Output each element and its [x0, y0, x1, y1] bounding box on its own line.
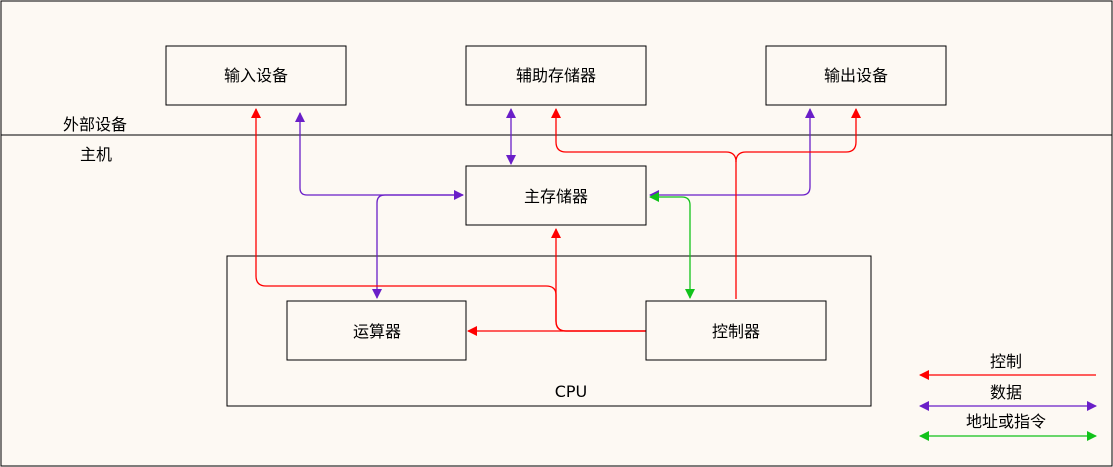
diagram-stage: 外部设备 主机 CPU 输入设备 辅助存储器 输出设备 主存储器 运算器 控制器…: [0, 0, 1113, 467]
legend-control-label: 控制: [990, 352, 1022, 371]
controller-label: 控制器: [712, 322, 760, 341]
connections: [251, 108, 861, 336]
legend: 控制 数据 地址或指令: [919, 352, 1097, 441]
aux-storage-node: 辅助存储器: [465, 45, 647, 106]
control-link-controller-memory: [551, 228, 646, 332]
data-link-memory-alu: [372, 194, 463, 299]
legend-address-label: 地址或指令: [966, 412, 1046, 431]
cpu-label: CPU: [555, 382, 588, 401]
data-link-input-memory: [295, 112, 464, 200]
computer-architecture-diagram: 外部设备 主机 CPU 输入设备 辅助存储器 输出设备 主存储器 运算器 控制器…: [0, 0, 1113, 467]
main-memory-label: 主存储器: [524, 187, 588, 206]
alu-node: 运算器: [286, 300, 467, 361]
controller-node: 控制器: [645, 300, 827, 361]
output-device-node: 输出设备: [765, 45, 947, 106]
aux-storage-label: 辅助存储器: [516, 66, 596, 85]
address-link-memory-controller: [649, 192, 695, 299]
external-devices-label: 外部设备: [63, 115, 127, 134]
control-link-controller-input: [251, 108, 646, 332]
main-memory-node: 主存储器: [465, 165, 647, 226]
alu-label: 运算器: [353, 322, 401, 341]
legend-data-label: 数据: [990, 383, 1022, 402]
output-device-label: 输出设备: [824, 66, 888, 85]
input-device-label: 输入设备: [224, 66, 288, 85]
host-label: 主机: [80, 145, 112, 164]
input-device-node: 输入设备: [165, 45, 347, 106]
